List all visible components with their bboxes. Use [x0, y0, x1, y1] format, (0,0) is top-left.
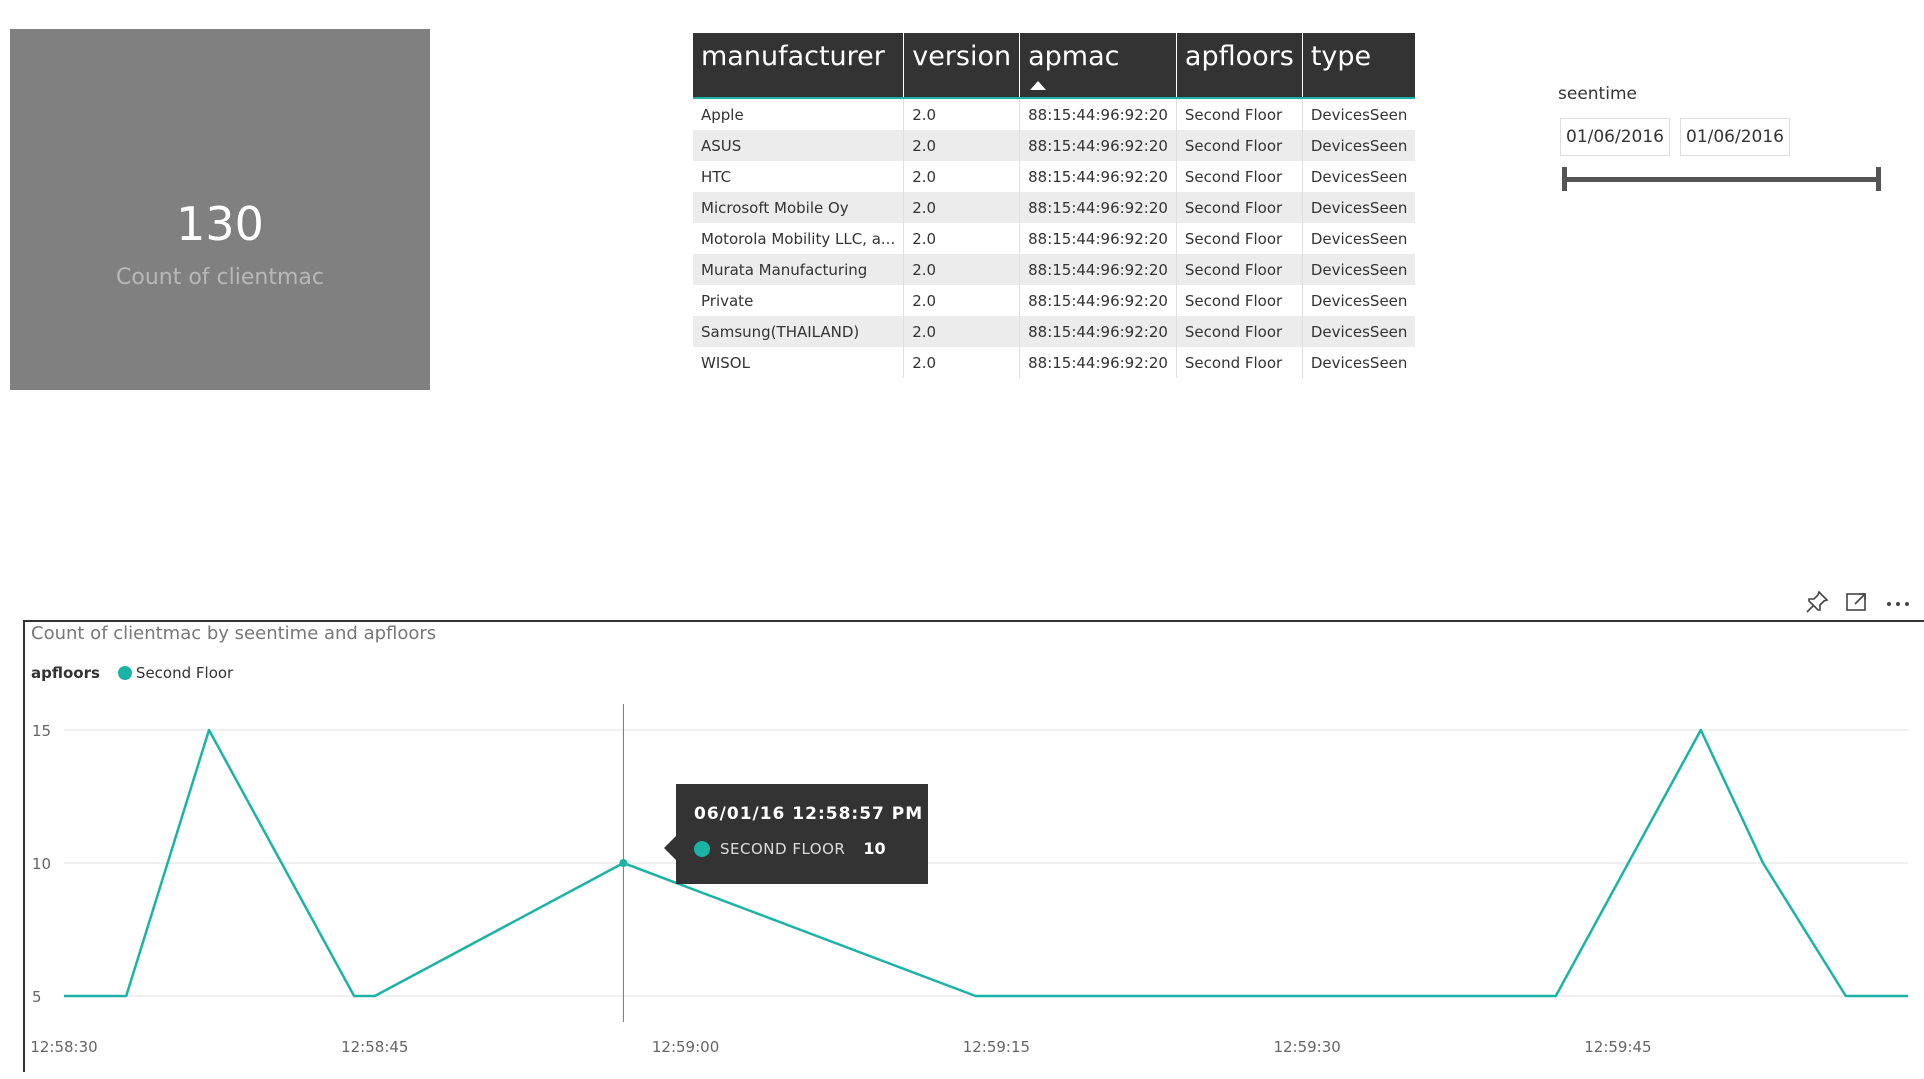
x-tick-label: 12:59:30: [1273, 1038, 1340, 1056]
tooltip-row: SECOND FLOOR 10: [694, 839, 886, 858]
x-tick-label: 12:59:00: [652, 1038, 719, 1056]
tooltip-value: 10: [863, 839, 886, 858]
y-tick-label: 10: [32, 855, 51, 873]
tooltip-series-name: SECOND FLOOR: [720, 840, 846, 858]
x-tick-label: 12:59:15: [963, 1038, 1030, 1056]
tooltip-series-marker-icon: [694, 841, 710, 857]
hover-point-marker: [619, 859, 628, 867]
x-tick-label: 12:59:45: [1584, 1038, 1651, 1056]
x-tick-label: 12:58:45: [341, 1038, 408, 1056]
chart-tooltip: 06/01/16 12:58:57 PM SECOND FLOOR 10: [664, 784, 928, 884]
tooltip-header: 06/01/16 12:58:57 PM: [694, 804, 924, 824]
tooltip-pointer: [664, 836, 676, 860]
chart-plot-area: 5 10 15 12:58:30 12:58:45 12:59:00 12:59:15 12:…: [30, 704, 1908, 1056]
y-tick-label: 5: [32, 988, 42, 1006]
y-tick-label: 15: [32, 722, 51, 740]
x-tick-label: 12:58:30: [30, 1038, 97, 1056]
